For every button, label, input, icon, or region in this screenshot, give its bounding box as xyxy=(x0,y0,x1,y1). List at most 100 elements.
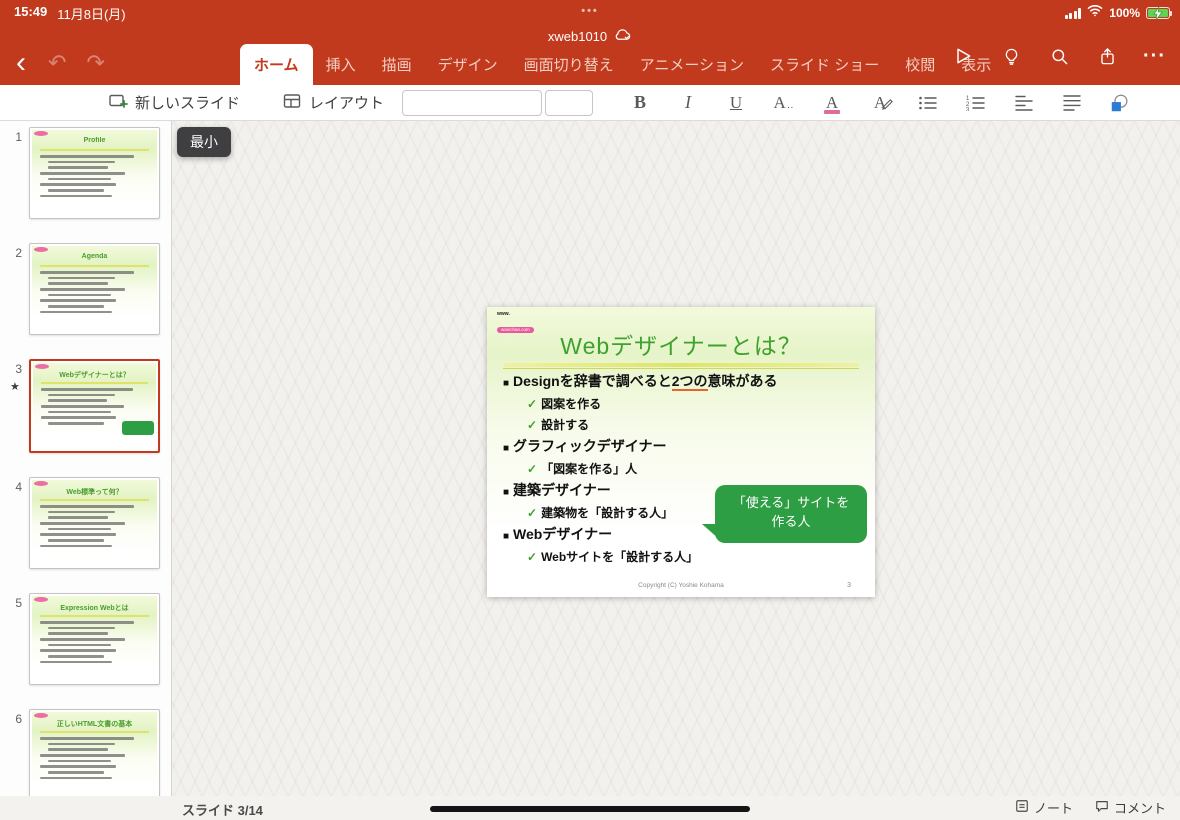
line-spacing-button[interactable] xyxy=(1013,91,1035,115)
battery-percent: 100% xyxy=(1109,6,1140,20)
bullet-line: ✓ Webサイトを「設計する人」 xyxy=(527,550,699,564)
highlight-color-swatch xyxy=(824,109,841,114)
app-header: 15:49 11月8日(月) ••• 100% xweb1010 ‹ ↶ ↷ ホ… xyxy=(0,0,1180,85)
search-icon[interactable] xyxy=(1047,44,1071,68)
font-size-input[interactable] xyxy=(545,89,594,116)
layout-icon xyxy=(282,92,302,114)
mini-logo xyxy=(34,713,48,718)
slide-thumbnail-6[interactable]: 正しいHTML文書の基本 xyxy=(29,709,160,801)
editing-canvas[interactable]: 最小 www. wanichan.com Webデザイナーとは？ ■ Desig… xyxy=(172,121,1180,796)
clock: 15:49 xyxy=(14,4,48,19)
tab-review[interactable]: 校閲 xyxy=(892,44,948,85)
mini-logo xyxy=(34,597,48,602)
current-slide[interactable]: www. wanichan.com Webデザイナーとは？ ■ Designを辞… xyxy=(487,307,875,597)
numbered-list-button[interactable]: 1 2 3 xyxy=(965,91,987,115)
slide-number: 4 xyxy=(15,480,22,494)
tab-transitions[interactable]: 画面切り替え xyxy=(511,44,627,85)
tab-slideshow[interactable]: スライド ショー xyxy=(757,44,892,85)
slide-page-number: 3 xyxy=(847,582,851,589)
tab-insert[interactable]: 挿入 xyxy=(313,44,369,85)
underline-button[interactable]: U xyxy=(725,91,747,115)
bullet-line: ✓ 「図案を作る」人 xyxy=(527,462,638,476)
italic-button[interactable]: I xyxy=(677,91,699,115)
slide-star-icon: ★ xyxy=(10,381,20,393)
tooltip: 最小 xyxy=(177,127,231,157)
thumb-title: Profile xyxy=(83,137,106,144)
title-underline-thin xyxy=(503,368,859,369)
slide-thumbnail-panel[interactable]: 1 Profile 2 Agenda 3 ★ Webデザイナーとは？ 4 Web… xyxy=(0,121,172,801)
home-indicator[interactable] xyxy=(430,806,750,812)
status-bar: 15:49 11月8日(月) ••• 100% xyxy=(0,0,1180,24)
svg-text:3: 3 xyxy=(966,107,970,111)
pen-icon xyxy=(882,97,893,115)
bullet-line: ✓ 図案を作る xyxy=(527,397,602,411)
comments-button[interactable]: コメント xyxy=(1095,798,1166,817)
slide-number: 1 xyxy=(15,130,22,144)
slide-thumbnail-1[interactable]: Profile xyxy=(29,127,160,219)
mini-logo xyxy=(34,247,48,252)
layout-button[interactable]: レイアウト xyxy=(282,92,384,114)
redo-icon[interactable]: ↷ xyxy=(84,50,106,76)
slide-number: 3 xyxy=(15,362,22,376)
new-slide-icon xyxy=(108,92,128,114)
thumb-title: Web標準って何？ xyxy=(66,489,123,496)
slide-thumbnail-4[interactable]: Web標準って何？ xyxy=(29,477,160,569)
title-underline xyxy=(503,363,859,367)
text-effects-button[interactable]: A ‥ xyxy=(773,91,795,115)
cellular-signal-icon xyxy=(1064,7,1082,19)
more-options-icon[interactable]: ··· xyxy=(1143,45,1166,68)
slide-counter: スライド 3/14 xyxy=(182,803,263,818)
slide-number: 5 xyxy=(15,596,22,610)
tab-home[interactable]: ホーム xyxy=(240,44,313,85)
undo-icon[interactable]: ↶ xyxy=(46,50,68,76)
cloud-sync-icon xyxy=(613,28,632,44)
notes-button[interactable]: ノート xyxy=(1015,798,1073,817)
bullet-line: ✓ 設計する xyxy=(527,418,590,432)
shape-style-button[interactable] xyxy=(1109,91,1131,115)
tab-animations[interactable]: アニメーション xyxy=(627,44,757,85)
align-text-button[interactable] xyxy=(1061,91,1083,115)
present-play-icon[interactable] xyxy=(951,44,975,68)
mini-logo xyxy=(34,481,48,486)
ribbon-tabs: ホーム 挿入 描画 デザイン 画面切り替え アニメーション スライド ショー 校… xyxy=(240,44,1004,85)
date: 11月8日(月) xyxy=(57,7,126,22)
tab-draw[interactable]: 描画 xyxy=(369,44,425,85)
home-toolbar: 新しいスライド レイアウト B I U A ‥ A A 1 2 3 xyxy=(0,85,1180,121)
lightbulb-icon[interactable] xyxy=(999,44,1023,68)
bullet-list-button[interactable] xyxy=(917,91,939,115)
slide-footer-copyright: Copyright (C) Yoshie Kohama xyxy=(638,582,724,589)
mini-callout xyxy=(122,421,154,435)
battery-charging-icon xyxy=(1146,7,1172,20)
multitask-dots-icon[interactable]: ••• xyxy=(581,5,599,17)
mini-logo xyxy=(34,131,48,136)
slide-number: 2 xyxy=(15,246,22,260)
slide-thumbnail-2[interactable]: Agenda xyxy=(29,243,160,335)
bullet-line: ■ Designを辞書で調べると2つの意味がある xyxy=(503,373,778,391)
share-icon[interactable] xyxy=(1095,44,1119,68)
comment-icon xyxy=(1095,799,1109,816)
font-color-button[interactable]: A xyxy=(869,91,893,115)
back-chevron-icon[interactable]: ‹ xyxy=(12,47,30,78)
slide-thumbnail-5[interactable]: Expression Webとは xyxy=(29,593,160,685)
bold-button[interactable]: B xyxy=(629,91,651,115)
layout-label: レイアウト xyxy=(309,95,385,112)
thumb-title: 正しいHTML文書の基本 xyxy=(56,721,133,728)
notes-icon xyxy=(1015,799,1029,816)
thumb-title: Webデザイナーとは？ xyxy=(59,372,130,379)
highlight-color-button[interactable]: A xyxy=(821,91,843,115)
tab-design[interactable]: デザイン xyxy=(425,44,511,85)
bottom-status-bar: スライド 3/14 ノート コメント xyxy=(0,796,1180,820)
document-title[interactable]: xweb1010 xyxy=(548,29,607,44)
thumb-title: Agenda xyxy=(81,253,108,260)
new-slide-label: 新しいスライド xyxy=(135,95,241,112)
mini-logo xyxy=(35,364,49,369)
thumb-title: Expression Webとは xyxy=(60,605,129,612)
new-slide-button[interactable]: 新しいスライド xyxy=(108,92,240,114)
font-name-input[interactable] xyxy=(402,89,543,116)
wifi-icon xyxy=(1087,4,1103,22)
slide-number: 6 xyxy=(15,712,22,726)
slide-title[interactable]: Webデザイナーとは？ xyxy=(507,327,855,361)
slide-thumbnail-3-selected[interactable]: Webデザイナーとは？ xyxy=(29,359,160,453)
speech-bubble-callout[interactable]: 「使える」サイトを 作る人 xyxy=(702,485,867,543)
tooltip-label: 最小 xyxy=(190,134,218,150)
